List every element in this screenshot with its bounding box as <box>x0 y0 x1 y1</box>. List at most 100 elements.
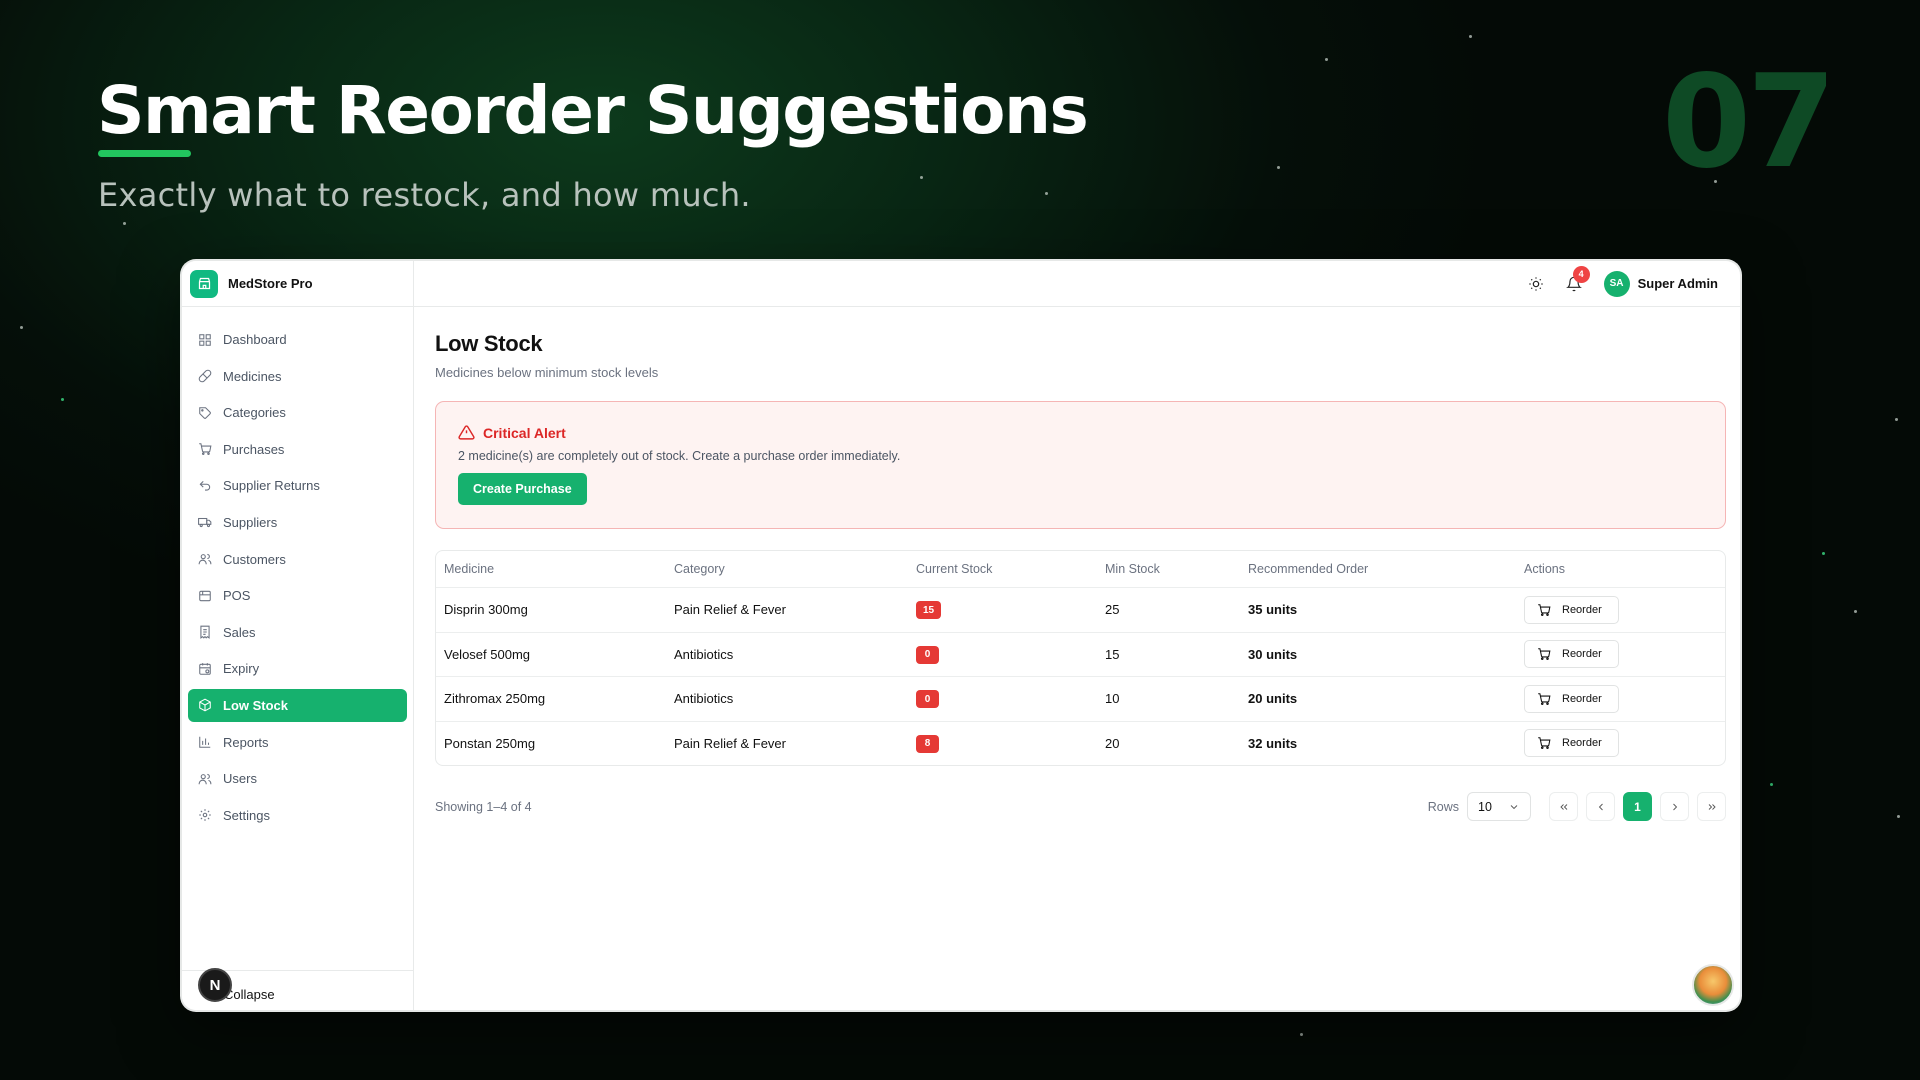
previous-page-button[interactable] <box>1586 792 1615 821</box>
user-menu[interactable]: SA Super Admin <box>1603 270 1718 297</box>
create-purchase-button[interactable]: Create Purchase <box>458 473 587 505</box>
cart-icon <box>1538 692 1551 705</box>
page-1-button[interactable]: 1 <box>1623 792 1652 821</box>
star <box>1770 783 1773 786</box>
cart-icon <box>199 443 212 456</box>
star <box>1854 610 1857 613</box>
low-stock-table: Medicine Category Current Stock Min Stoc… <box>435 550 1726 766</box>
cart-icon <box>1538 737 1551 750</box>
stock-badge: 0 <box>916 645 939 664</box>
column-header[interactable]: Category <box>674 562 916 576</box>
sidebar-item-suppliers[interactable]: Suppliers <box>188 506 407 539</box>
critical-alert: Critical Alert 2 medicine(s) are complet… <box>435 401 1726 529</box>
sidebar-item-customers[interactable]: Customers <box>188 543 407 576</box>
users-icon <box>198 773 212 784</box>
star <box>1822 552 1825 555</box>
sidebar-item-dashboard[interactable]: Dashboard <box>188 323 407 356</box>
calendar-icon <box>199 663 211 675</box>
star <box>920 176 923 179</box>
last-page-button[interactable] <box>1697 792 1726 821</box>
reorder-label: Reorder <box>1562 603 1602 616</box>
sidebar-item-pos[interactable]: POS <box>188 579 407 612</box>
sidebar-item-supplier-returns[interactable]: Supplier Returns <box>188 469 407 502</box>
sidebar-item-label: Reports <box>223 734 269 750</box>
assistant-avatar[interactable] <box>1692 964 1734 1006</box>
pagination: Rows 10 1 <box>1428 792 1726 821</box>
column-header[interactable]: Min Stock <box>1105 562 1248 576</box>
sidebar-item-label: Settings <box>223 807 270 823</box>
star <box>1895 418 1898 421</box>
category: Pain Relief & Fever <box>674 735 786 751</box>
reorder-label: Reorder <box>1562 737 1602 750</box>
sun-icon <box>1528 276 1543 291</box>
sidebar-item-categories[interactable]: Categories <box>188 396 407 429</box>
sidebar-item-expiry[interactable]: Expiry <box>188 652 407 685</box>
notifications-button[interactable]: 4 <box>1565 265 1590 292</box>
n-badge-icon[interactable]: N <box>198 968 232 1002</box>
sidebar-item-label: Supplier Returns <box>223 478 320 494</box>
rows-value: 10 <box>1478 799 1492 814</box>
column-header: Actions <box>1524 562 1565 576</box>
sidebar-item-purchases[interactable]: Purchases <box>188 433 407 466</box>
sidebar-item-label: POS <box>223 588 251 604</box>
hero-underline <box>98 150 191 157</box>
showing-count: Showing 1–4 of 4 <box>435 799 532 814</box>
reorder-label: Reorder <box>1562 692 1602 705</box>
star <box>1897 815 1900 818</box>
chevron-down-icon <box>1510 804 1518 809</box>
app-window: MedStore Pro Dashboard Medicines Categor… <box>182 261 1740 1010</box>
tag-icon <box>199 406 211 419</box>
reorder-label: Reorder <box>1562 648 1602 661</box>
table-row: Disprin 300mg Pain Relief & Fever 15 25 … <box>436 587 1725 632</box>
sidebar-item-reports[interactable]: Reports <box>188 726 407 759</box>
medicine-name: Ponstan 250mg <box>444 735 536 751</box>
table-header: Medicine Category Current Stock Min Stoc… <box>436 551 1725 587</box>
avatar: SA <box>1603 270 1630 297</box>
stock-badge: 8 <box>916 734 939 753</box>
page-subtitle: Medicines below minimum stock levels <box>435 365 659 380</box>
first-page-button[interactable] <box>1549 792 1578 821</box>
cart-icon <box>1538 648 1551 661</box>
medicine-name: Velosef 500mg <box>444 646 531 662</box>
sidebar-item-label: Users <box>223 771 257 787</box>
user-name: Super Admin <box>1637 276 1718 291</box>
stock-badge: 15 <box>916 601 942 619</box>
sidebar-item-label: Customers <box>223 551 286 567</box>
min-stock: 20 <box>1105 735 1120 751</box>
sidebar-item-users[interactable]: Users <box>188 762 407 795</box>
chevrons-right-icon <box>1708 803 1716 810</box>
rows-per-page-select[interactable]: 10 <box>1467 792 1531 821</box>
reorder-button[interactable]: Reorder <box>1524 684 1619 713</box>
reorder-button[interactable]: Reorder <box>1524 640 1619 669</box>
min-stock: 15 <box>1105 646 1120 662</box>
column-header[interactable]: Recommended Order <box>1248 562 1524 576</box>
sidebar-item-settings[interactable]: Settings <box>188 799 407 832</box>
sidebar-item-medicines[interactable]: Medicines <box>188 360 407 393</box>
alert-title: Critical Alert <box>483 424 566 441</box>
sidebar-item-label: Low Stock <box>223 697 289 713</box>
package-icon <box>199 699 211 712</box>
next-page-button[interactable] <box>1660 792 1689 821</box>
theme-toggle-button[interactable] <box>1528 276 1544 292</box>
brand[interactable]: MedStore Pro <box>182 261 413 307</box>
recommended-order: 35 units <box>1248 602 1298 618</box>
page-title: Low Stock <box>435 331 543 356</box>
recommended-order: 30 units <box>1248 646 1298 662</box>
column-header[interactable]: Current Stock <box>916 562 1105 576</box>
sidebar: MedStore Pro Dashboard Medicines Categor… <box>182 261 414 1010</box>
sidebar-item-low-stock[interactable]: Low Stock <box>188 688 407 722</box>
stock-badge: 0 <box>916 690 939 708</box>
reorder-button[interactable]: Reorder <box>1524 595 1619 624</box>
sidebar-item-label: Medicines <box>223 368 282 384</box>
grid-icon <box>199 333 211 346</box>
reorder-button[interactable]: Reorder <box>1524 729 1619 758</box>
medicine-name: Zithromax 250mg <box>444 691 546 707</box>
sidebar-item-sales[interactable]: Sales <box>188 616 407 649</box>
sidebar-item-label: Expiry <box>223 661 260 677</box>
alert-message: 2 medicine(s) are completely out of stoc… <box>458 449 901 463</box>
column-header[interactable]: Medicine <box>444 562 674 576</box>
hero-title: Smart Reorder Suggestions <box>97 72 1089 149</box>
chevron-right-icon <box>1672 803 1677 810</box>
sidebar-nav: Dashboard Medicines Categories Purchases… <box>182 307 413 832</box>
alert-header: Critical Alert <box>458 424 1703 441</box>
